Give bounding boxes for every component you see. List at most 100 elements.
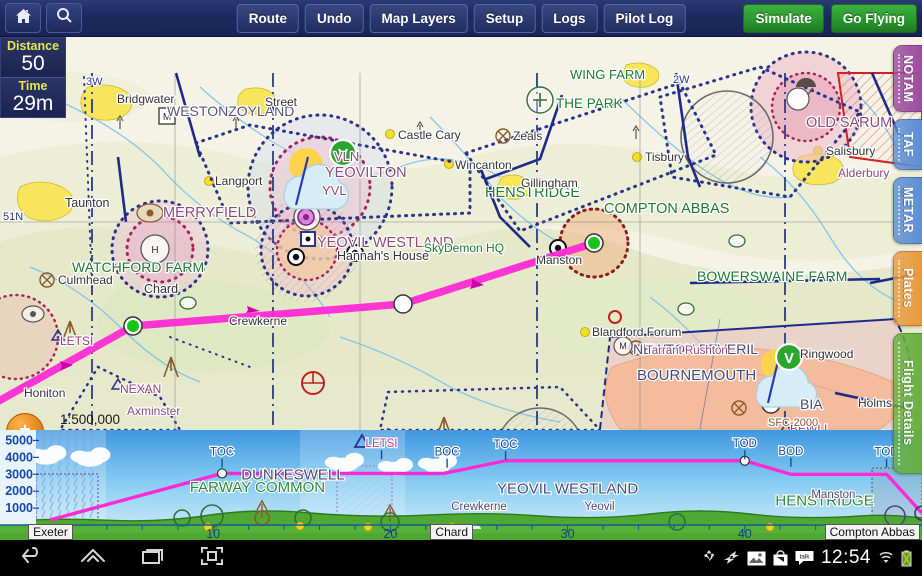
map-label: NEXAN [120,382,161,396]
map-label: Chard [144,282,178,296]
map-label: Holms [858,396,892,410]
back-icon[interactable] [22,546,46,571]
map-label: Langport [215,174,263,188]
map-label: Taunton [65,196,110,210]
map-label: Castle Cary [398,128,461,142]
map-label: Salisbury [826,144,875,158]
profile-route-node[interactable] [218,469,227,478]
map-label: Hannah's House [337,249,429,263]
profile-distance-tick-label: 20 [383,527,397,540]
drawer-tab-taf[interactable]: TAF [893,119,922,170]
pilot-log-button[interactable]: Pilot Log [604,4,686,33]
svg-text:M: M [619,341,627,351]
drawer-tab-notam[interactable]: NOTAM [893,45,922,112]
map-label: LETSI [60,334,93,348]
recents-icon[interactable] [140,546,166,571]
map-scale-indicator: 1:500,000 10 nm [60,412,152,430]
profile-annotation-label: LETSI [366,438,398,450]
wifi-icon [878,550,894,566]
map-label: Street [265,95,298,109]
toolbar-action-group: Simulate Go Flying [743,4,917,33]
svg-text:H: H [151,245,158,256]
profile-terrain-label: Yeovil [584,501,614,513]
map-canvas: M H M [0,37,922,430]
map-label: Wincanton [455,158,512,172]
profile-waypoint-box[interactable]: Compton Abbas [825,524,920,540]
profile-annotation-label: BOD [778,446,803,458]
profile-altitude-tick-label: 2000 [5,484,33,498]
map-label: VLN [334,149,359,164]
drawer-tab-plates[interactable]: Plates [893,251,922,326]
map-label: THE PARK [556,96,623,111]
profile-annotation-label: BOC [435,447,460,459]
map-label: Crewkerne [229,314,287,328]
top-toolbar: Route Undo Map Layers Setup Logs Pilot L… [0,0,922,37]
map-label: COMPTON ABBAS [604,201,729,217]
usb-icon [703,549,716,567]
search-button[interactable] [46,3,82,33]
shopping-bag-icon [773,550,788,566]
profile-annotation-label: TOC [494,439,518,451]
map-label: Gillingham [521,176,578,190]
profile-waypoint-box[interactable]: Chard [430,524,473,540]
talk-icon: talk [795,550,814,566]
simulate-button[interactable]: Simulate [743,4,823,33]
profile-distance-tick-label: 40 [738,527,752,540]
map-label: YVL [322,183,347,198]
route-button[interactable]: Route [237,4,299,33]
system-clock: 12:54 [821,547,871,569]
svg-text:V: V [784,350,794,367]
map-label: Tarrant Rushton [646,345,728,357]
graticule-label: 2W [673,74,690,86]
profile-distance-tick-label: 30 [561,527,575,540]
map-label: SkyDemon HQ [424,241,504,255]
map-label: BOURNEMOUTH [637,367,756,384]
map-label: MERRYFIELD [163,205,256,221]
drawer-tab-notam-label: NOTAM [901,55,915,102]
graticule-label: 3W [86,76,103,88]
profile-terrain-label: Manston [811,489,855,501]
map-label: BOWERSWAINE FARM [697,268,847,284]
flight-info-panel: Distance 50 Time 29m [0,37,66,118]
profile-waypoint-box[interactable]: Exeter [28,524,73,540]
graticule-label: 51N [3,211,23,223]
drawer-tab-metar-label: METAR [901,187,915,233]
home-button[interactable] [5,3,41,33]
logs-button[interactable]: Logs [541,4,597,33]
scale-distance: 10 nm [60,427,152,430]
distance-readout[interactable]: Distance 50 [1,38,65,78]
drawer-tab-plates-label: Plates [901,268,915,308]
time-label: Time [1,79,65,93]
drawer-tab-flight-details[interactable]: Flight Details [893,333,922,474]
distance-label: Distance [1,39,65,53]
skydemon-app-window: Route Undo Map Layers Setup Logs Pilot L… [0,0,922,576]
undo-button[interactable]: Undo [305,4,364,33]
map-label: Manston [536,253,582,267]
map-label: Bridgwater [117,92,174,106]
home-icon [15,8,32,29]
drawer-tab-taf-label: TAF [901,132,915,157]
android-nav-buttons [22,546,224,571]
profile-annotation-label: TOC [210,447,234,459]
screenshot-icon[interactable] [200,546,224,571]
vertical-profile-view[interactable]: TOCLETSIBOCTOCTODBODTOD DUNKESWELLFARWAY… [0,430,922,540]
map-label: Alderbury [838,166,889,180]
map-layers-button[interactable]: Map Layers [369,4,467,33]
image-icon [747,551,766,566]
map-label: Blandford Forum [592,325,681,339]
go-flying-button[interactable]: Go Flying [831,4,917,33]
map-label: Culmhead [58,273,113,287]
drawer-tab-metar[interactable]: METAR [893,177,922,244]
map-label: OLD SARUM [806,115,892,131]
home-icon[interactable] [80,546,106,571]
time-readout[interactable]: Time 29m [1,78,65,117]
time-value: 29m [1,93,65,114]
setup-button[interactable]: Setup [474,4,536,33]
profile-distance-tick-label: 10 [206,527,220,540]
moving-map[interactable]: M H M [0,37,922,430]
drawer-tab-flight-details-label: Flight Details [901,360,915,445]
search-icon [56,7,73,29]
map-label: YEOVILTON [325,165,407,181]
profile-altitude-tick-label: 5000 [5,433,33,447]
scale-ratio: 1:500,000 [60,412,152,427]
